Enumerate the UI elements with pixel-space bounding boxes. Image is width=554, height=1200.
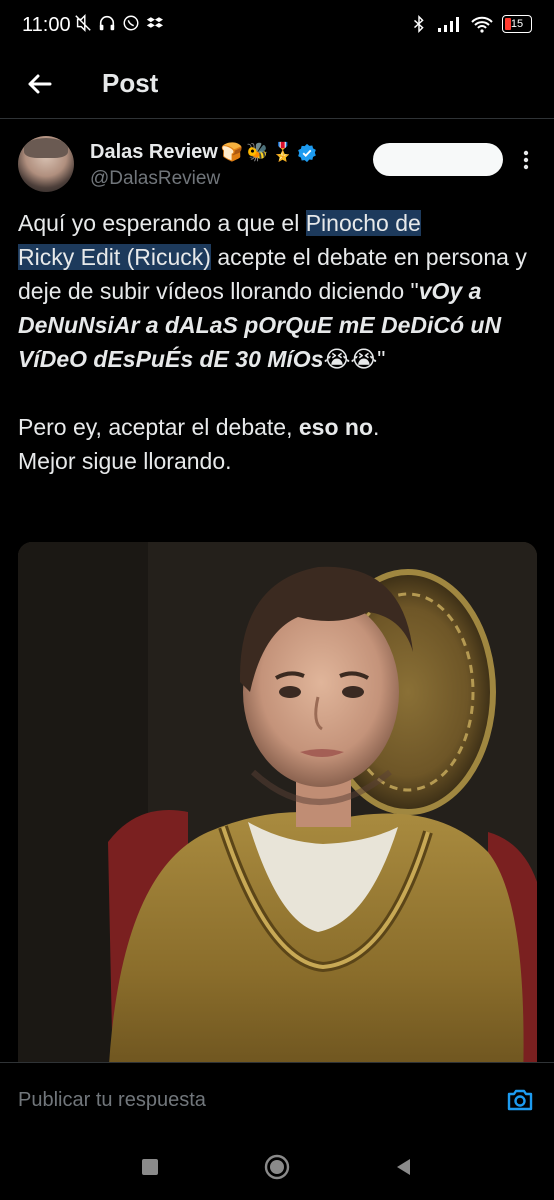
author-handle[interactable]: @DalasReview bbox=[90, 168, 220, 190]
highlighted-text: Pinocho de bbox=[305, 210, 421, 236]
status-left-icons bbox=[74, 13, 164, 33]
status-bar: 11:00 15 bbox=[0, 0, 554, 52]
crying-emojis: 😭😭 bbox=[323, 346, 378, 372]
mute-icon bbox=[75, 14, 91, 32]
portrait-illustration bbox=[18, 542, 537, 1082]
medal-emoji: 🎖️ bbox=[271, 142, 295, 162]
back-triangle-button[interactable] bbox=[394, 1157, 412, 1177]
bold-text: eso no bbox=[298, 414, 373, 440]
reply-bar: Publicar tu respuesta bbox=[0, 1062, 554, 1126]
status-time: 11:00 bbox=[22, 14, 71, 36]
dropbox-icon bbox=[146, 17, 164, 28]
signal-icon bbox=[438, 17, 459, 32]
text-segment: Aquí yo esperando a que el bbox=[18, 210, 306, 236]
text-segment: Mejor sigue llorando. bbox=[18, 448, 232, 474]
bluetooth-icon bbox=[414, 15, 424, 33]
text-segment: . bbox=[373, 414, 380, 440]
avatar[interactable] bbox=[18, 136, 74, 192]
home-button[interactable] bbox=[264, 1154, 290, 1180]
whatsapp-icon bbox=[123, 15, 139, 31]
bread-emoji: 🍞 bbox=[220, 142, 244, 162]
highlighted-text: Ricky Edit (Ricuck) bbox=[18, 244, 211, 270]
system-nav-bar bbox=[0, 1125, 554, 1200]
follow-button[interactable] bbox=[373, 143, 503, 176]
page-title: Post bbox=[102, 68, 159, 98]
status-right-icons: 15 bbox=[410, 14, 532, 34]
camera-icon[interactable] bbox=[506, 1087, 534, 1113]
more-vertical-icon[interactable] bbox=[516, 148, 536, 172]
battery-icon: 15 bbox=[502, 15, 532, 33]
top-bar: Post bbox=[0, 52, 554, 119]
verified-badge-icon bbox=[298, 143, 316, 162]
battery-level: 15 bbox=[510, 18, 524, 30]
tweet-text: Aquí yo esperando a que el Pinocho de Ric… bbox=[18, 206, 538, 478]
author-name-row[interactable]: Dalas Review 🍞 🐝 🎖️ bbox=[90, 141, 317, 164]
text-segment: Pero ey, aceptar el debate, bbox=[18, 414, 299, 440]
author-name: Dalas Review bbox=[90, 141, 218, 163]
reply-input[interactable]: Publicar tu respuesta bbox=[18, 1089, 206, 1112]
bee-emoji: 🐝 bbox=[246, 142, 269, 162]
arrow-left-icon[interactable] bbox=[22, 66, 58, 102]
headphones-icon bbox=[99, 15, 115, 31]
wifi-icon bbox=[471, 16, 493, 33]
tweet-paragraph-2: Pero ey, aceptar el debate, eso no. Mejor… bbox=[18, 410, 538, 478]
text-segment: " bbox=[377, 346, 386, 372]
tweet-image[interactable] bbox=[18, 542, 537, 1082]
tweet-paragraph-1: Aquí yo esperando a que el Pinocho de Ric… bbox=[18, 206, 538, 376]
recents-button[interactable] bbox=[142, 1159, 158, 1175]
